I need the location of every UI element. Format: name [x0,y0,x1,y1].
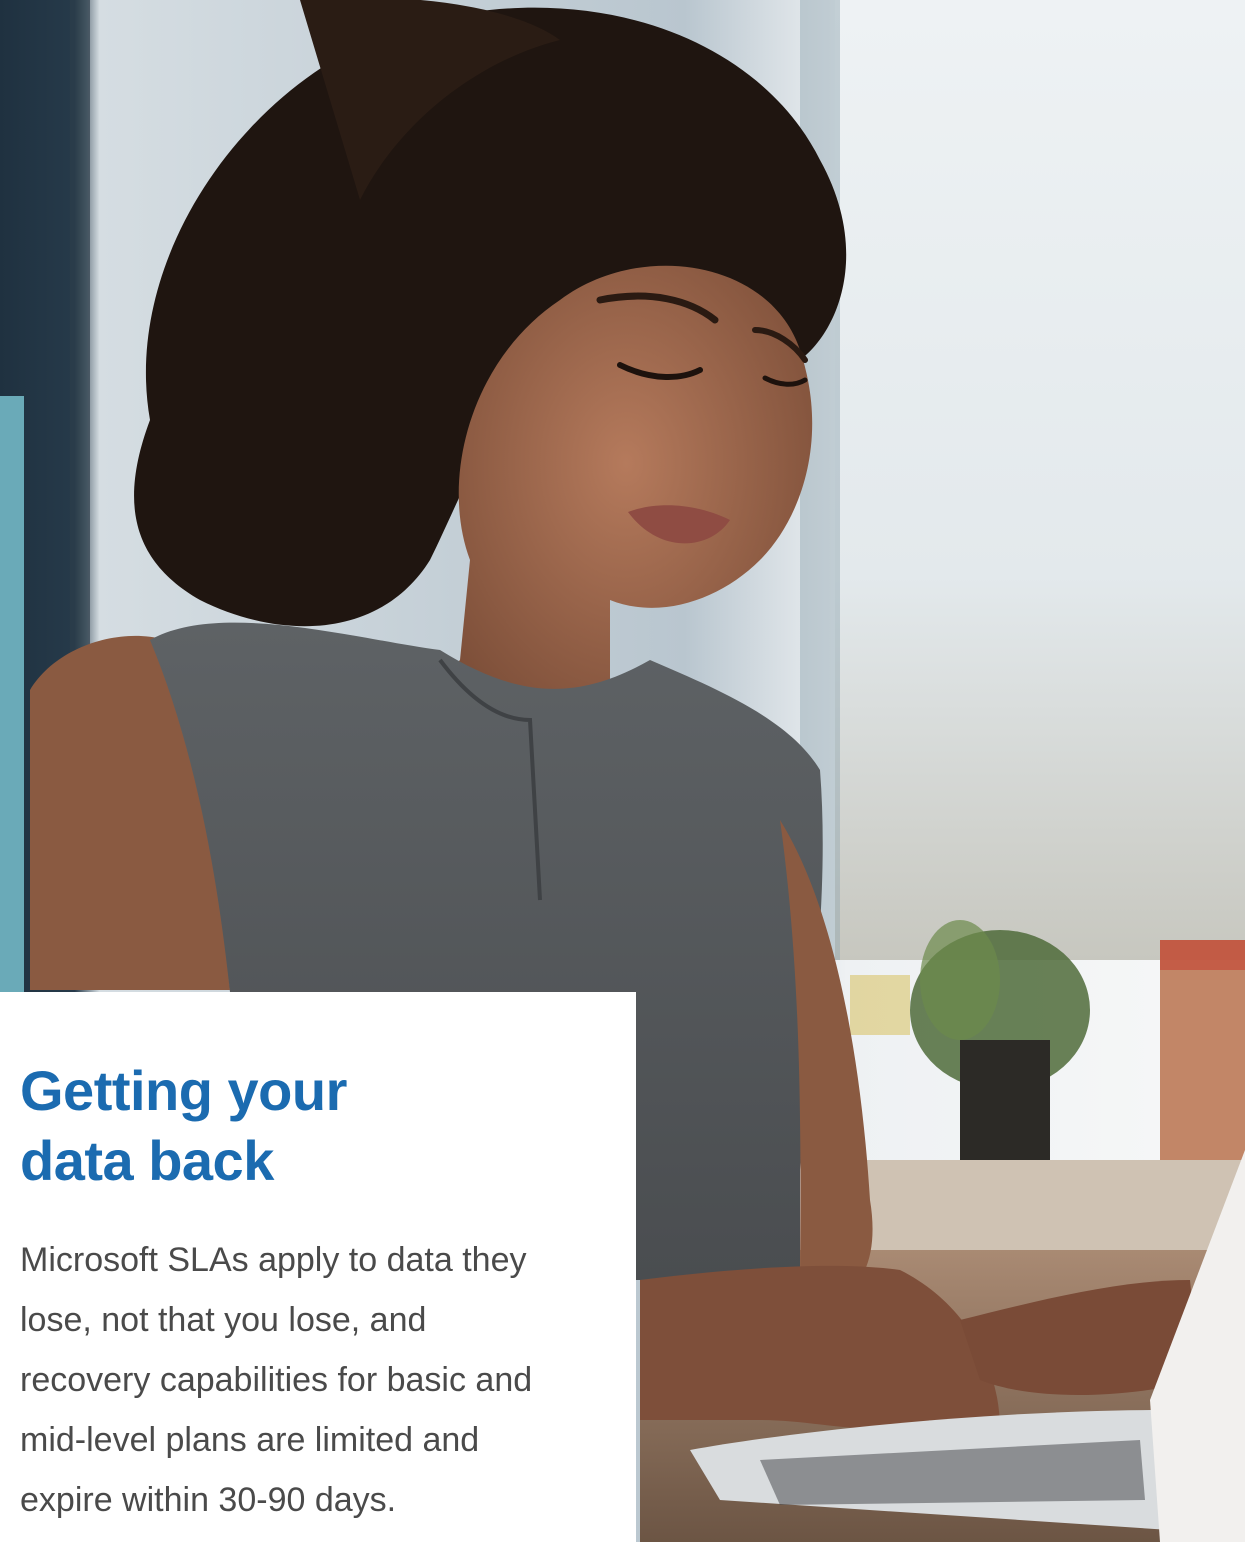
accent-bar [0,396,24,996]
content-card: Getting your data back Microsoft SLAs ap… [0,992,636,1542]
page: Getting your data back Microsoft SLAs ap… [0,0,1245,1542]
card-title: Getting your data back [20,1059,347,1192]
card-body-text: Microsoft SLAs apply to data they lose, … [20,1241,533,1519]
